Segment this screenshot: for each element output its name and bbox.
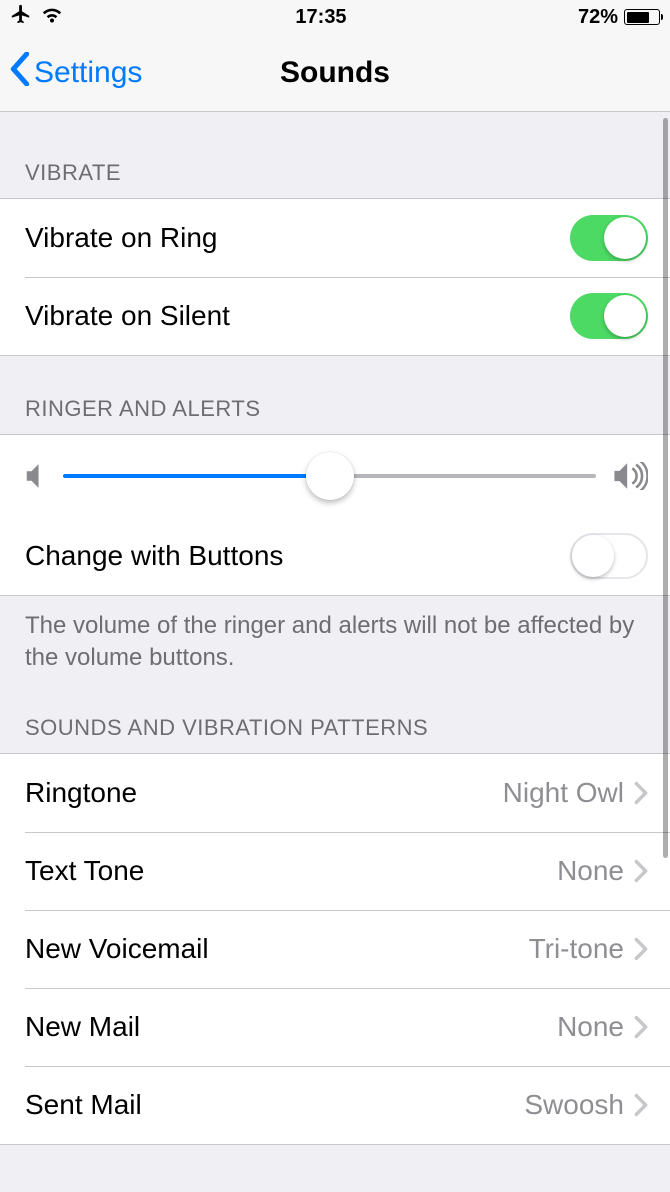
row-sent-mail[interactable]: Sent Mail Swoosh — [0, 1066, 670, 1144]
row-value: Night Owl — [503, 777, 624, 809]
row-value: Tri-tone — [529, 933, 624, 965]
switch-vibrate-on-ring[interactable] — [570, 215, 648, 261]
row-vibrate-on-silent[interactable]: Vibrate on Silent — [0, 277, 670, 355]
row-value: None — [557, 1011, 624, 1043]
row-change-with-buttons[interactable]: Change with Buttons — [0, 517, 670, 595]
chevron-right-icon — [634, 1015, 648, 1039]
status-time: 17:35 — [295, 6, 346, 29]
section-patterns: Ringtone Night Owl Text Tone None New Vo… — [0, 753, 670, 1145]
row-new-mail[interactable]: New Mail None — [0, 988, 670, 1066]
section-vibrate: Vibrate on Ring Vibrate on Silent — [0, 198, 670, 356]
row-label: Change with Buttons — [25, 540, 570, 572]
section-ringer-alerts: Change with Buttons — [0, 434, 670, 596]
row-volume-slider — [0, 435, 670, 517]
row-new-voicemail[interactable]: New Voicemail Tri-tone — [0, 910, 670, 988]
volume-slider[interactable] — [63, 474, 596, 478]
battery-icon — [624, 9, 660, 25]
row-label: Ringtone — [25, 777, 503, 809]
row-ringtone[interactable]: Ringtone Night Owl — [0, 754, 670, 832]
row-value: Swoosh — [524, 1089, 624, 1121]
row-label: Text Tone — [25, 855, 557, 887]
row-label: Sent Mail — [25, 1089, 524, 1121]
row-value: None — [557, 855, 624, 887]
row-vibrate-on-ring[interactable]: Vibrate on Ring — [0, 199, 670, 277]
chevron-right-icon — [634, 937, 648, 961]
chevron-left-icon — [10, 52, 30, 94]
wifi-icon — [40, 4, 64, 30]
section-header-patterns: Sounds and Vibration Patterns — [0, 675, 670, 753]
status-left — [10, 3, 64, 31]
row-label: Vibrate on Ring — [25, 222, 570, 254]
back-label: Settings — [34, 56, 142, 90]
section-header-ringer: Ringer and Alerts — [0, 356, 670, 434]
scroll-indicator — [663, 118, 668, 858]
nav-bar: Settings Sounds — [0, 34, 670, 112]
volume-high-icon — [614, 462, 648, 490]
content-scroll[interactable]: Vibrate Vibrate on Ring Vibrate on Silen… — [0, 112, 670, 1192]
status-bar: 17:35 72% — [0, 0, 670, 34]
switch-change-with-buttons[interactable] — [570, 533, 648, 579]
row-label: New Voicemail — [25, 933, 529, 965]
section-footer-ringer: The volume of the ringer and alerts will… — [0, 596, 670, 675]
slider-thumb[interactable] — [306, 452, 354, 500]
back-button[interactable]: Settings — [0, 52, 142, 94]
switch-vibrate-on-silent[interactable] — [570, 293, 648, 339]
airplane-mode-icon — [10, 3, 32, 31]
battery-percent: 72% — [578, 6, 618, 29]
chevron-right-icon — [634, 859, 648, 883]
status-right: 72% — [578, 6, 660, 29]
row-label: Vibrate on Silent — [25, 300, 570, 332]
chevron-right-icon — [634, 1093, 648, 1117]
row-label: New Mail — [25, 1011, 557, 1043]
row-text-tone[interactable]: Text Tone None — [0, 832, 670, 910]
volume-low-icon — [25, 463, 45, 489]
chevron-right-icon — [634, 781, 648, 805]
section-header-vibrate: Vibrate — [0, 112, 670, 198]
